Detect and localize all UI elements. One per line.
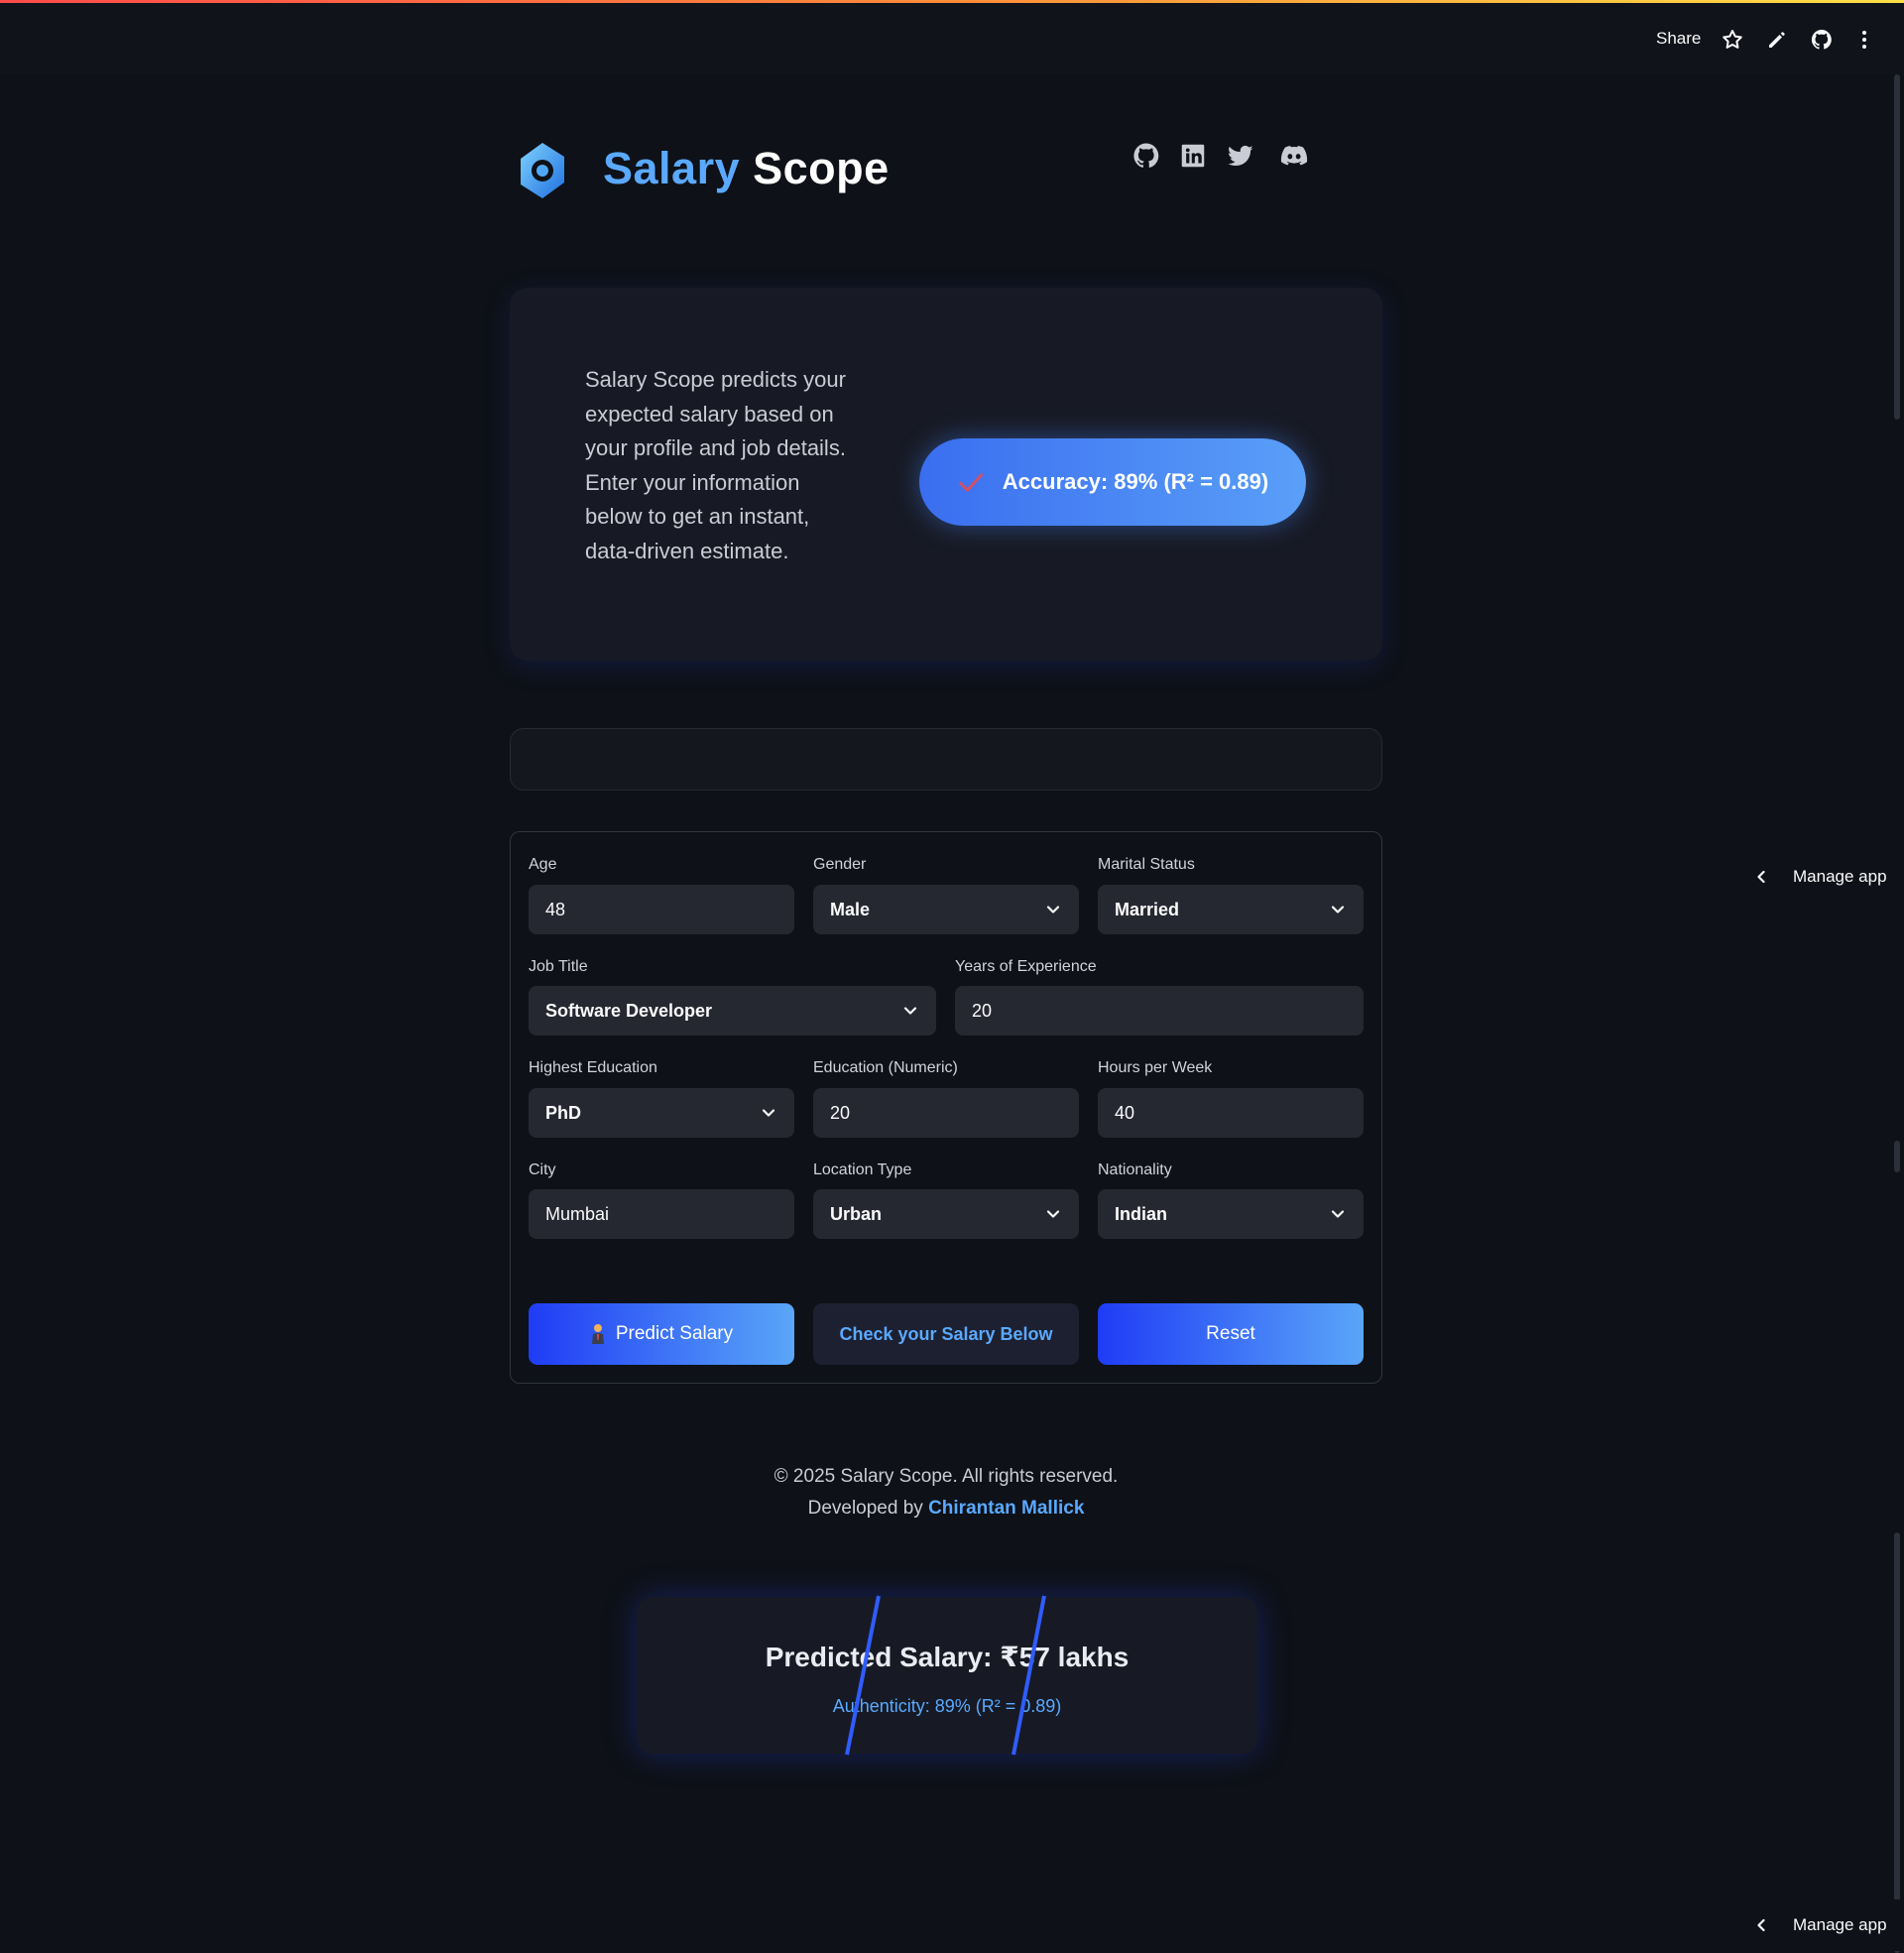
education-label: Highest Education — [529, 1059, 657, 1076]
city-label: City — [529, 1161, 556, 1178]
chevron-down-icon — [1328, 900, 1348, 919]
logo-icon — [511, 139, 574, 202]
location-type-label: Location Type — [813, 1161, 912, 1178]
scrollbar-thumb-lower[interactable] — [1894, 1532, 1900, 1953]
linkedin-icon[interactable] — [1178, 141, 1208, 171]
scrollbar-thumb[interactable] — [1894, 74, 1900, 420]
authenticity-text: Authenticity: 89% (R² = 0.89) — [832, 1696, 1062, 1716]
predict-salary-button[interactable]: Predict Salary — [529, 1303, 794, 1365]
top-toolbar: Share — [0, 3, 1904, 74]
chevron-down-icon — [1043, 900, 1063, 919]
chevron-down-icon — [900, 1001, 920, 1021]
github-icon[interactable] — [1131, 141, 1161, 171]
app-title: Salary Scope — [603, 143, 890, 194]
chevron-down-icon — [1043, 1204, 1063, 1224]
nationality-label: Nationality — [1098, 1161, 1172, 1178]
result-card: Predicted Salary: ₹57 lakhs Authenticity… — [637, 1597, 1257, 1754]
manage-app-button-bottom[interactable]: Manage app — [1726, 1899, 1902, 1951]
check-icon — [957, 468, 985, 496]
marital-status-label: Marital Status — [1098, 856, 1195, 873]
pencil-icon[interactable] — [1765, 28, 1789, 52]
chevron-down-icon — [1328, 1204, 1348, 1224]
developer-credit: Developed by Chirantan Mallick — [510, 1498, 1382, 1520]
star-icon[interactable] — [1721, 28, 1744, 52]
intro-card: Salary Scope predicts your expected sala… — [510, 288, 1382, 661]
scrollbar-marker — [1894, 1141, 1900, 1172]
hours-label: Hours per Week — [1098, 1059, 1213, 1076]
intro-description: Salary Scope predicts your expected sala… — [585, 367, 846, 563]
education-select[interactable]: PhD — [529, 1088, 794, 1138]
reset-button[interactable]: Reset — [1098, 1303, 1364, 1365]
person-icon — [591, 1324, 604, 1344]
predicted-salary: Predicted Salary: ₹57 lakhs — [765, 1642, 1130, 1672]
twitter-icon[interactable] — [1226, 141, 1255, 171]
developed-by-label: Developed by — [807, 1498, 923, 1519]
education-numeric-label: Education (Numeric) — [813, 1059, 958, 1076]
nationality-value: Indian — [1115, 1203, 1167, 1224]
title-part-scope: Scope — [753, 143, 890, 193]
location-type-select[interactable]: Urban — [813, 1189, 1079, 1239]
experience-input[interactable]: 20 — [955, 986, 1364, 1036]
gender-select[interactable]: Male — [813, 885, 1079, 934]
title-part-salary: Salary — [603, 143, 741, 193]
predict-salary-label: Predict Salary — [615, 1323, 734, 1344]
hours-input[interactable]: 40 — [1098, 1088, 1364, 1138]
marital-status-select[interactable]: Married — [1098, 885, 1364, 934]
share-button[interactable]: Share — [1656, 29, 1701, 49]
gender-value: Male — [830, 899, 871, 919]
experience-label: Years of Experience — [955, 958, 1097, 975]
accuracy-label: Accuracy: 89% (R² = 0.89) — [1002, 469, 1269, 494]
age-input[interactable]: 48 — [529, 885, 794, 934]
job-title-value: Software Developer — [545, 1000, 713, 1021]
empty-panel — [510, 728, 1382, 791]
chevron-left-icon — [1751, 1915, 1771, 1935]
city-input[interactable]: Mumbai — [529, 1189, 794, 1239]
manage-app-label: Manage app — [1793, 867, 1887, 886]
manage-app-button[interactable]: Manage app — [1726, 851, 1902, 903]
job-title-select[interactable]: Software Developer — [529, 986, 936, 1036]
prediction-form: Age 48 Gender Male Marital Status Marrie… — [510, 831, 1382, 1384]
age-label: Age — [529, 856, 557, 873]
copyright-text: © 2025 Salary Scope. All rights reserved… — [774, 1466, 1119, 1487]
discord-icon[interactable] — [1277, 141, 1311, 171]
chevron-down-icon — [759, 1103, 778, 1123]
location-type-value: Urban — [830, 1203, 883, 1224]
marital-status-value: Married — [1115, 899, 1180, 919]
education-value: PhD — [545, 1102, 581, 1123]
chevron-left-icon — [1751, 867, 1771, 887]
manage-app-label: Manage app — [1793, 1915, 1887, 1934]
education-numeric-input[interactable]: 20 — [813, 1088, 1079, 1138]
job-title-label: Job Title — [529, 958, 588, 975]
accuracy-badge: Accuracy: 89% (R² = 0.89) — [919, 438, 1306, 526]
developer-link[interactable]: Chirantan Mallick — [928, 1498, 1084, 1519]
github-icon[interactable] — [1810, 28, 1834, 52]
check-salary-button[interactable]: Check your Salary Below — [813, 1303, 1079, 1365]
more-vertical-icon[interactable] — [1852, 28, 1876, 52]
nationality-select[interactable]: Indian — [1098, 1189, 1364, 1239]
gender-label: Gender — [813, 856, 867, 873]
